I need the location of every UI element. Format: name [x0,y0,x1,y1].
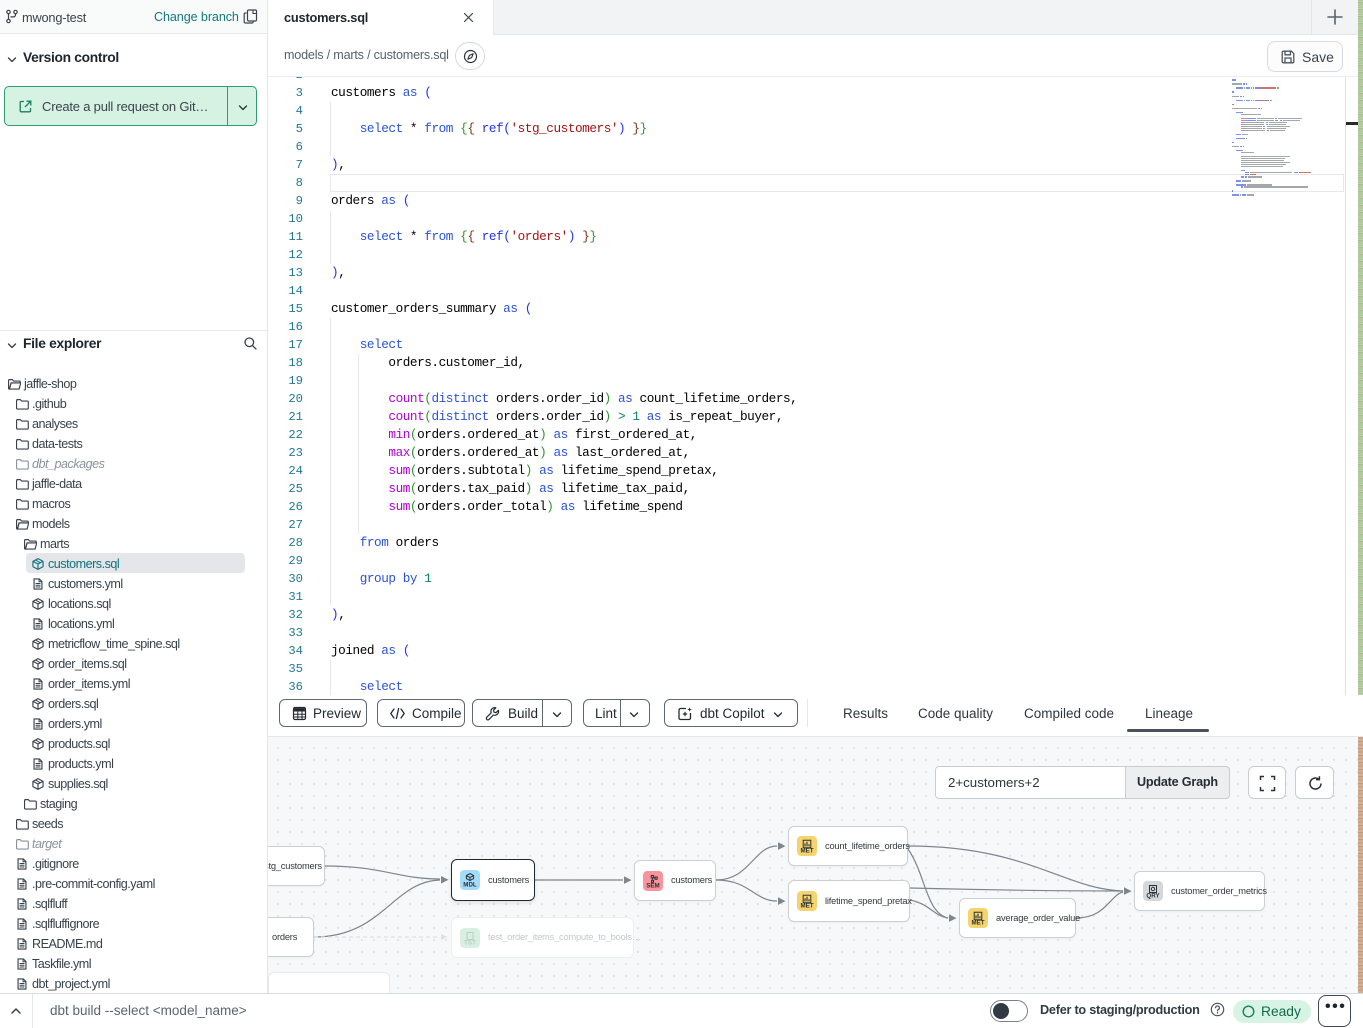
svg-text:SEM: SEM [646,882,659,889]
svg-text:TST: TST [464,939,476,946]
svg-text:MET: MET [800,848,813,855]
svg-text:MET: MET [971,920,984,927]
svg-text:MDL: MDL [463,882,477,889]
svg-text:MET: MET [800,903,813,910]
svg-text:QRY: QRY [1146,893,1160,900]
